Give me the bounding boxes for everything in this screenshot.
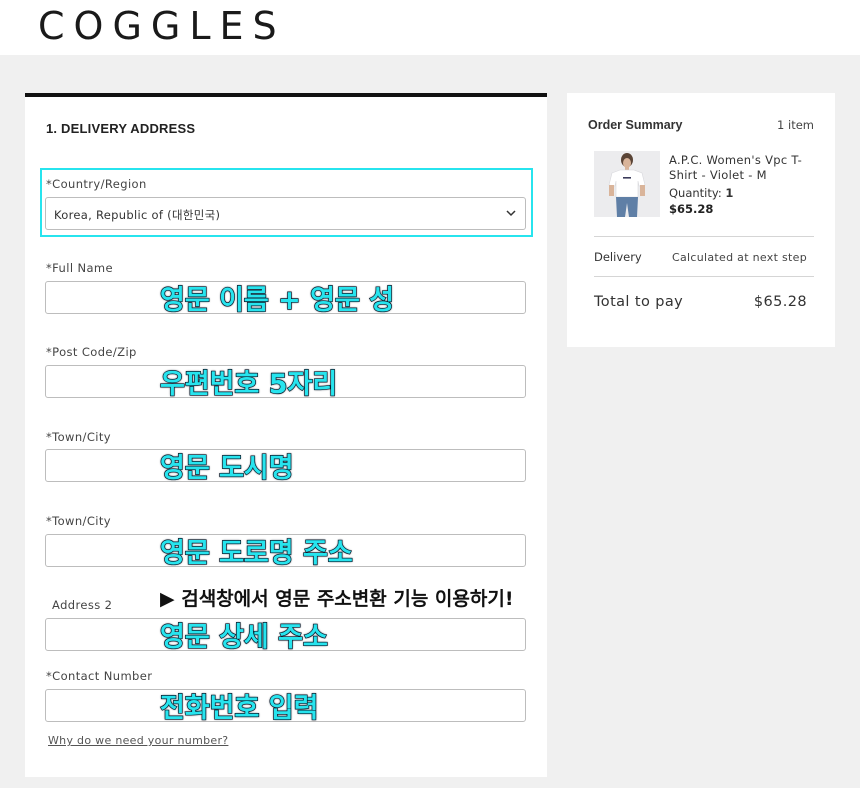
delivery-label: Delivery xyxy=(594,250,642,264)
item-count: 1 item xyxy=(777,118,814,132)
full-name-annotation: 영문 이름 + 영문 성 xyxy=(159,284,395,316)
country-label: *Country/Region xyxy=(46,177,147,191)
product-name[interactable]: A.P.C. Women's Vpc T-Shirt - Violet - M xyxy=(669,153,819,183)
chevron-down-icon xyxy=(506,210,516,217)
order-summary-title: Order Summary xyxy=(588,118,683,132)
address-2-annotation: 영문 상세 주소 xyxy=(159,621,328,653)
post-code-annotation: 우편번호 5자리 xyxy=(159,368,338,400)
product-quantity: Quantity: 1 xyxy=(669,186,733,200)
section-title: 1. DELIVERY ADDRESS xyxy=(46,121,196,136)
summary-divider xyxy=(594,276,814,277)
tshirt-model-icon xyxy=(594,151,660,217)
contact-number-label: *Contact Number xyxy=(46,669,153,683)
post-code-label: *Post Code/Zip xyxy=(46,345,137,359)
product-image[interactable] xyxy=(594,151,660,217)
coggles-logo[interactable]: COGGLES xyxy=(38,4,286,48)
address-search-tip: ▶ 검색창에서 영문 주소변환 기능 이용하기! xyxy=(160,588,514,610)
address-1-annotation: 영문 도로명 주소 xyxy=(159,537,353,569)
country-select-value: Korea, Republic of (대한민국) xyxy=(54,208,221,222)
delivery-address-form: 1. DELIVERY ADDRESS *Country/Region Kore… xyxy=(25,93,547,777)
town-city-annotation: 영문 도시명 xyxy=(159,452,294,484)
summary-divider xyxy=(594,236,814,237)
quantity-label: Quantity: xyxy=(669,186,722,200)
total-value: $65.28 xyxy=(753,294,807,310)
contact-annotation: 전화번호 입력 xyxy=(159,692,319,724)
why-number-link[interactable]: Why do we need your number? xyxy=(48,734,228,747)
product-price: $65.28 xyxy=(669,202,714,216)
quantity-value: 1 xyxy=(725,186,734,200)
order-summary: Order Summary 1 item A.P.C. Women's Vpc … xyxy=(567,93,835,347)
town-city-label: *Town/City xyxy=(46,430,111,444)
total-label: Total to pay xyxy=(594,294,684,310)
address-2-label: Address 2 xyxy=(52,598,113,612)
site-header: COGGLES xyxy=(0,0,860,55)
country-select[interactable]: Korea, Republic of (대한민국) xyxy=(45,197,526,230)
delivery-value: Calculated at next step xyxy=(672,251,807,264)
full-name-label: *Full Name xyxy=(46,261,113,275)
address-1-label: *Town/City xyxy=(46,514,111,528)
